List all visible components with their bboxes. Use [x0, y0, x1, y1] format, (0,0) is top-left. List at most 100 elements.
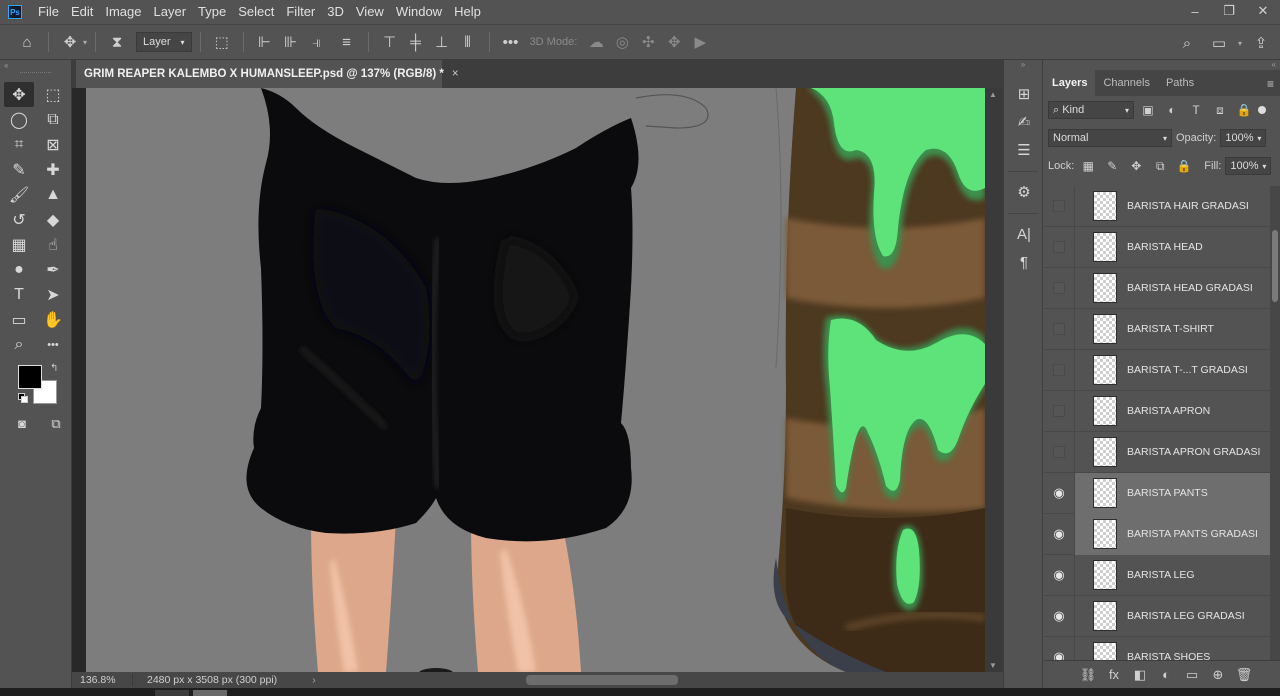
visibility-toggle[interactable] — [1044, 350, 1074, 391]
home-icon[interactable]: ⌂ — [14, 29, 40, 55]
shape-tool-icon[interactable]: ▭ — [4, 307, 34, 332]
tab-channels[interactable]: Channels — [1095, 70, 1157, 96]
fx-icon[interactable]: fx — [1104, 667, 1124, 682]
auto-select-dropdown[interactable]: Layer ▾ — [136, 32, 192, 52]
visibility-toggle[interactable] — [1044, 309, 1074, 350]
layer-body[interactable]: BARISTA APRON GRADASI — [1074, 431, 1280, 473]
zoom-level[interactable]: 136.8% — [72, 674, 132, 686]
align-top-icon[interactable]: ⊤ — [377, 29, 403, 55]
close-tab-icon[interactable]: × — [452, 68, 459, 80]
minimize-button[interactable]: – — [1178, 0, 1212, 22]
search-icon[interactable]: ⌕ — [1174, 30, 1200, 56]
move-tool-icon[interactable]: ✥ — [4, 82, 34, 107]
opacity-input[interactable]: 100% ▾ — [1220, 129, 1267, 147]
filter-smart-object-icon[interactable]: 🔒 — [1234, 100, 1254, 120]
layer-body[interactable]: BARISTA SHOES — [1074, 636, 1280, 660]
layer-body[interactable]: BARISTA PANTS — [1074, 472, 1280, 514]
layer-name[interactable]: BARISTA HAIR GRADASI — [1127, 200, 1249, 212]
drag-3d-icon[interactable]: ✣ — [635, 29, 661, 55]
filter-pixel-icon[interactable]: ▣ — [1138, 100, 1158, 120]
roll-3d-icon[interactable]: ◎ — [609, 29, 635, 55]
blend-mode-dropdown[interactable]: Normal ▾ — [1048, 129, 1172, 147]
eraser-tool-icon[interactable]: ◆ — [38, 207, 68, 232]
swap-colors-icon[interactable]: ↰ — [50, 363, 58, 374]
lasso-tool-icon[interactable]: ◯ — [4, 107, 34, 132]
distribute-icon[interactable]: ≡ — [334, 29, 360, 55]
layer-row[interactable]: ◉ BARISTA SHOES — [1044, 636, 1280, 660]
layer-body[interactable]: BARISTA LEG — [1074, 554, 1280, 596]
new-layer-icon[interactable]: ⊕ — [1208, 667, 1228, 683]
tab-layers[interactable]: Layers — [1044, 70, 1096, 96]
layer-body[interactable]: BARISTA T-...T GRADASI — [1074, 349, 1280, 391]
filter-type-icon[interactable]: T — [1186, 100, 1206, 120]
path-select-tool-icon[interactable]: ➤ — [38, 282, 68, 307]
frame-tool-icon[interactable]: ⊠ — [38, 132, 68, 157]
layer-body[interactable]: BARISTA HAIR GRADASI — [1074, 186, 1280, 227]
visibility-toggle[interactable] — [1044, 268, 1074, 309]
layer-body[interactable]: BARISTA HEAD — [1074, 226, 1280, 268]
paragraph-icon[interactable]: ¶ — [1004, 248, 1044, 276]
layer-row[interactable]: BARISTA HEAD GRADASI — [1044, 267, 1280, 309]
chevron-down-icon[interactable]: ▾ — [1238, 39, 1242, 48]
menu-edit[interactable]: Edit — [65, 0, 99, 24]
align-left-icon[interactable]: ⊩ — [252, 29, 278, 55]
canvas-vertical-scrollbar[interactable]: ▲ ▼ — [985, 88, 1017, 672]
lock-image-icon[interactable]: ✎ — [1102, 156, 1122, 176]
fill-input[interactable]: 100% ▾ — [1225, 157, 1272, 175]
menu-select[interactable]: Select — [232, 0, 280, 24]
collapse-icon[interactable]: « — [0, 60, 71, 72]
history-brush-tool-icon[interactable]: ↺ — [4, 207, 34, 232]
layer-name[interactable]: BARISTA SHOES — [1127, 651, 1210, 660]
properties-icon[interactable]: ⚙ — [1004, 178, 1044, 206]
panel-grip[interactable] — [20, 72, 51, 82]
chevron-right-icon[interactable]: › — [302, 674, 326, 686]
lock-position-icon[interactable]: ✥ — [1126, 156, 1146, 176]
pen-tool-icon[interactable]: ✒ — [38, 257, 68, 282]
link-layers-icon[interactable]: ⛓ — [1078, 667, 1098, 683]
marquee-tool-icon[interactable]: ⬚ — [38, 82, 68, 107]
menu-window[interactable]: Window — [390, 0, 448, 24]
align-middle-icon[interactable]: ╪ — [403, 29, 429, 55]
lock-artboard-icon[interactable]: ⧉ — [1150, 156, 1170, 176]
layer-body[interactable]: BARISTA LEG GRADASI — [1074, 595, 1280, 637]
menu-filter[interactable]: Filter — [280, 0, 321, 24]
taskbar-item[interactable] — [155, 690, 189, 696]
layer-row[interactable]: ◉ BARISTA LEG — [1044, 554, 1280, 596]
zoom-tool-icon[interactable]: ⌕ — [4, 332, 34, 357]
smudge-tool-icon[interactable]: ☝ — [38, 232, 68, 257]
layer-name[interactable]: BARISTA LEG GRADASI — [1127, 610, 1245, 622]
layer-row[interactable]: ◉ BARISTA PANTS — [1044, 472, 1280, 514]
menu-image[interactable]: Image — [99, 0, 147, 24]
layer-row[interactable]: BARISTA APRON — [1044, 390, 1280, 432]
more-options-icon[interactable]: ••• — [498, 29, 524, 55]
lock-all-icon[interactable]: 🔒 — [1174, 156, 1194, 176]
visibility-toggle[interactable]: ◉ — [1044, 514, 1074, 555]
layer-name[interactable]: BARISTA HEAD GRADASI — [1127, 282, 1253, 294]
horizontal-scroll-thumb[interactable] — [526, 675, 678, 685]
tab-paths[interactable]: Paths — [1158, 70, 1202, 96]
scroll-down-icon[interactable]: ▼ — [989, 661, 997, 670]
layer-row[interactable]: BARISTA T-SHIRT — [1044, 308, 1280, 350]
layer-row[interactable]: BARISTA HEAD — [1044, 226, 1280, 268]
orbit-3d-icon[interactable]: ☁ — [583, 29, 609, 55]
visibility-toggle[interactable] — [1044, 432, 1074, 473]
default-colors-icon[interactable] — [18, 393, 28, 403]
brush-settings-icon[interactable]: ✍ — [1004, 108, 1044, 136]
visibility-toggle[interactable]: ◉ — [1044, 473, 1074, 514]
transform-controls-icon[interactable]: ⬚ — [209, 29, 235, 55]
visibility-toggle[interactable] — [1044, 227, 1074, 268]
restore-button[interactable]: ❐ — [1212, 0, 1246, 22]
slide-3d-icon[interactable]: ✥ — [661, 29, 687, 55]
visibility-toggle[interactable]: ◉ — [1044, 637, 1074, 660]
align-bottom-icon[interactable]: ⊥ — [429, 29, 455, 55]
screen-mode-icon[interactable]: ⧉ — [46, 411, 66, 436]
filter-shape-icon[interactable]: ⧈ — [1210, 100, 1230, 120]
canvas-area[interactable] — [72, 88, 985, 672]
scroll-thumb[interactable] — [1272, 230, 1278, 302]
collapse-panels-icon[interactable]: « — [1044, 60, 1280, 70]
menu-3d[interactable]: 3D — [321, 0, 350, 24]
type-tool-icon[interactable]: T — [4, 282, 34, 307]
taskbar-item[interactable] — [193, 690, 227, 696]
layer-body[interactable]: BARISTA PANTS GRADASI — [1074, 513, 1280, 555]
history-icon[interactable]: ⊞ — [1004, 80, 1044, 108]
